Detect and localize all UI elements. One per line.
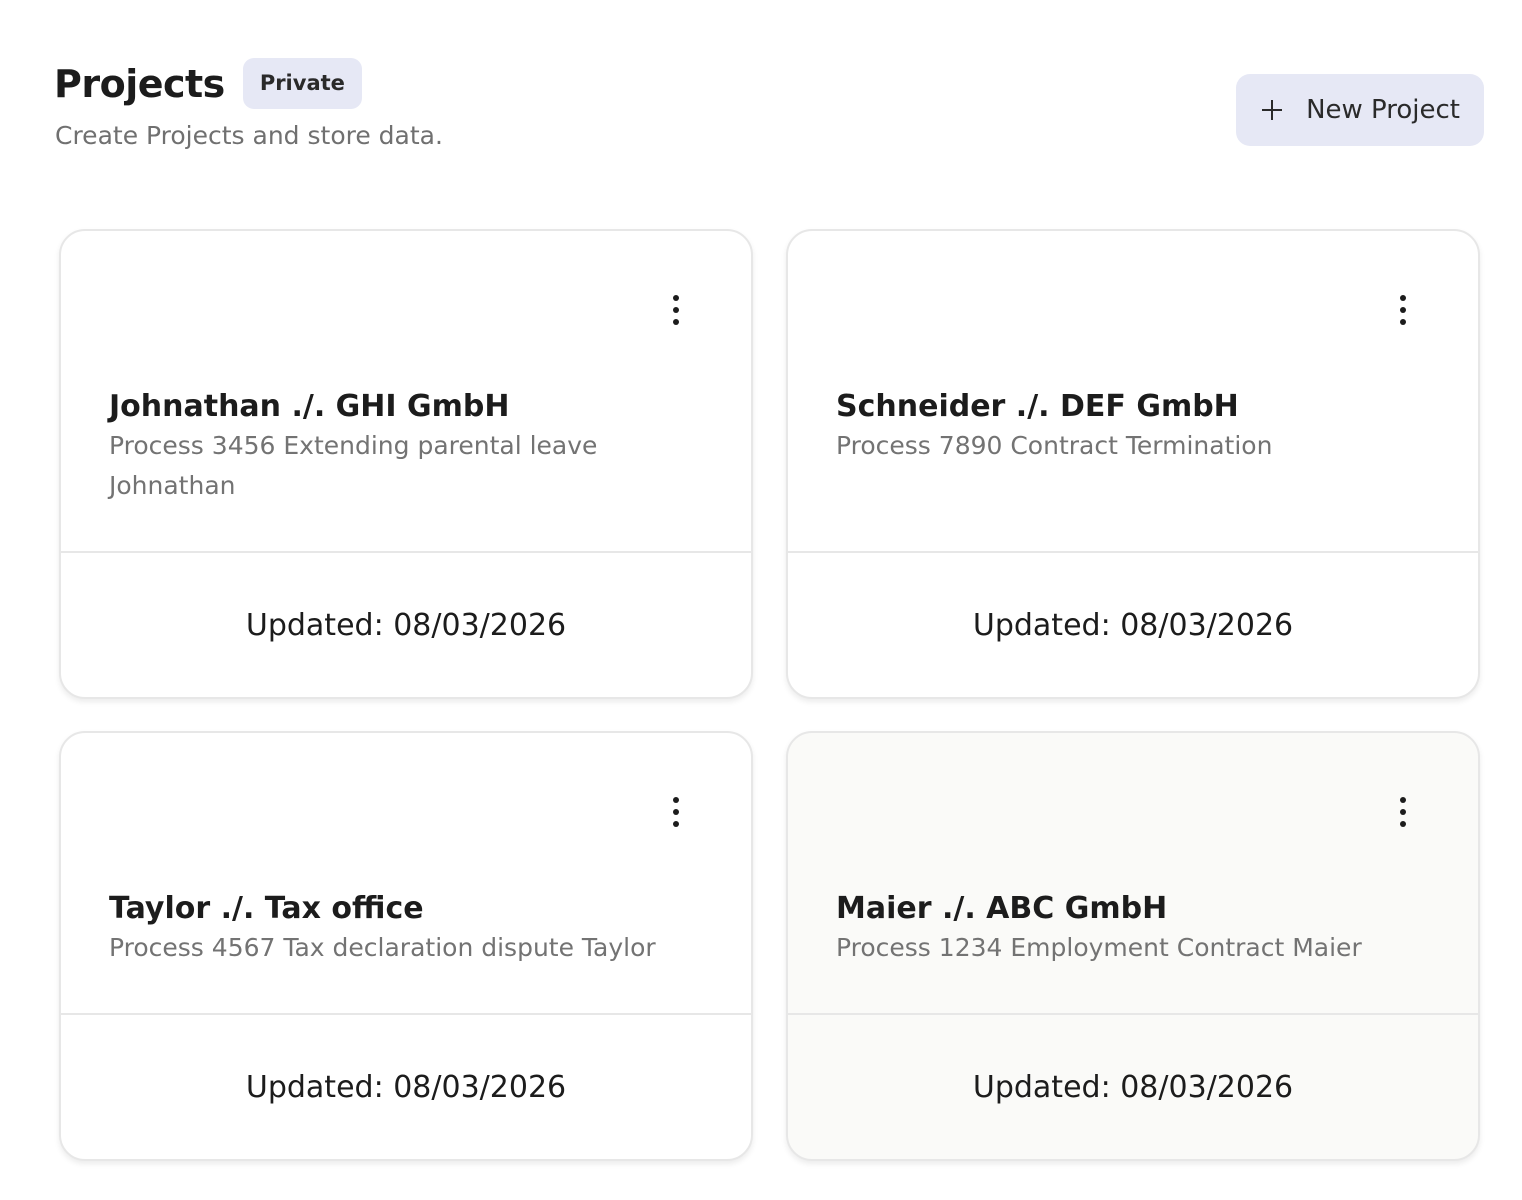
new-project-label: New Project xyxy=(1306,95,1460,125)
project-title: Johnathan ./. GHI GmbH xyxy=(109,389,510,424)
more-vertical-icon[interactable] xyxy=(1398,295,1408,325)
card-body: Johnathan ./. GHI GmbH Process 3456 Exte… xyxy=(61,231,751,553)
project-updated: Updated: 08/03/2026 xyxy=(245,607,567,643)
project-card[interactable]: Maier ./. ABC GmbH Process 1234 Employme… xyxy=(786,731,1480,1161)
private-badge: Private xyxy=(242,58,362,109)
new-project-button[interactable]: New Project xyxy=(1236,74,1484,146)
card-body: Maier ./. ABC GmbH Process 1234 Employme… xyxy=(788,733,1478,1015)
page-subtitle: Create Projects and store data. xyxy=(55,121,443,150)
card-text: Johnathan ./. GHI GmbH Process 3456 Exte… xyxy=(109,389,691,506)
project-card[interactable]: Johnathan ./. GHI GmbH Process 3456 Exte… xyxy=(59,229,753,699)
project-updated: Updated: 08/03/2026 xyxy=(972,1069,1294,1105)
card-text: Schneider ./. DEF GmbH Process 7890 Cont… xyxy=(836,389,1418,466)
more-vertical-icon[interactable] xyxy=(1398,797,1408,827)
project-title: Maier ./. ABC GmbH xyxy=(836,891,1168,926)
card-body: Schneider ./. DEF GmbH Process 7890 Cont… xyxy=(788,231,1478,553)
project-updated: Updated: 08/03/2026 xyxy=(972,607,1294,643)
project-card[interactable]: Taylor ./. Tax office Process 4567 Tax d… xyxy=(59,731,753,1161)
card-body: Taylor ./. Tax office Process 4567 Tax d… xyxy=(61,733,751,1015)
card-text: Taylor ./. Tax office Process 4567 Tax d… xyxy=(109,891,691,968)
project-updated: Updated: 08/03/2026 xyxy=(245,1069,567,1105)
card-text: Maier ./. ABC GmbH Process 1234 Employme… xyxy=(836,891,1418,968)
project-card[interactable]: Schneider ./. DEF GmbH Process 7890 Cont… xyxy=(786,229,1480,699)
more-vertical-icon[interactable] xyxy=(671,797,681,827)
project-title: Schneider ./. DEF GmbH xyxy=(836,389,1239,424)
project-description: Process 1234 Employment Contract Maier xyxy=(836,933,1362,962)
page-header: Projects Private Create Projects and sto… xyxy=(54,58,443,150)
more-vertical-icon[interactable] xyxy=(671,295,681,325)
project-title: Taylor ./. Tax office xyxy=(109,891,424,926)
project-description: Process 7890 Contract Termination xyxy=(836,431,1273,460)
project-description: Process 3456 Extending parental leave Jo… xyxy=(109,431,598,500)
title-row: Projects Private xyxy=(54,58,443,109)
page-title: Projects xyxy=(54,61,225,106)
project-description: Process 4567 Tax declaration dispute Tay… xyxy=(109,933,656,962)
plus-icon xyxy=(1262,100,1283,120)
